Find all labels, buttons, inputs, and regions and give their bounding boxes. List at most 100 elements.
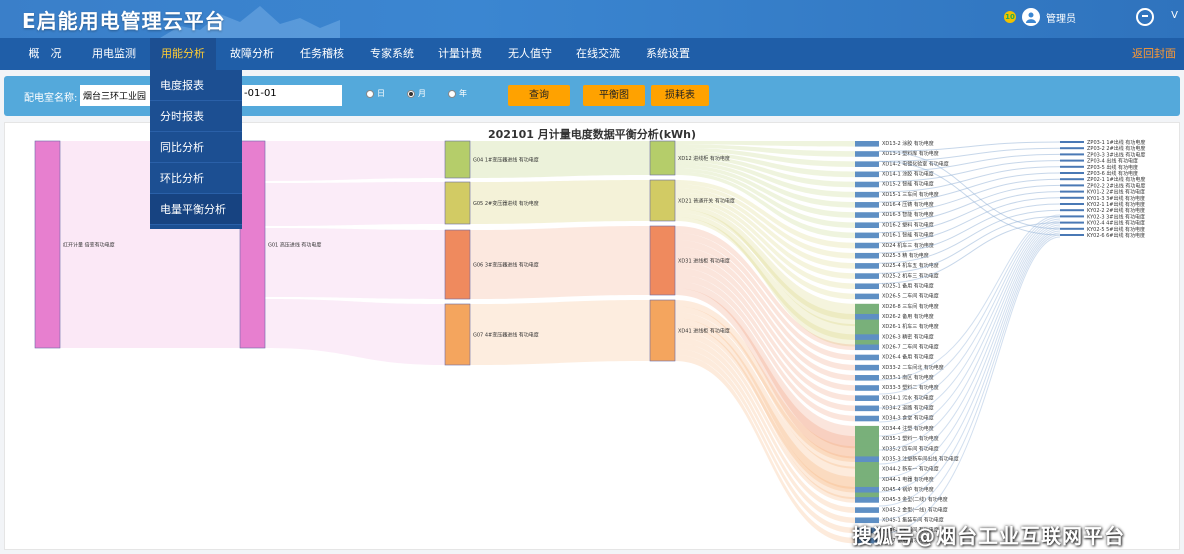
c4-node-27 — [855, 415, 879, 422]
c4-node-20 — [855, 344, 879, 351]
watermark: 搜狐号@烟台工业互联网平台 — [852, 524, 1125, 548]
c5-node-4 — [1060, 165, 1084, 168]
c5-label-13: KY02-4 4#出线 有功电度 — [1087, 220, 1145, 227]
flow-band-g07 — [265, 299, 445, 365]
c4-node-23 — [855, 375, 879, 381]
sankey-node-label-0: 红开计量 倍变有功电度 — [63, 242, 115, 249]
c5-label-6: ZP02-1 1#出线 有功电度 — [1087, 176, 1145, 183]
menu-mom-analysis[interactable]: 环比分析 — [150, 163, 242, 194]
sankey-node-label-3: G05 2#变压器进线 有功电度 — [473, 200, 539, 207]
c5-label-1: ZP03-2 2#出线 有功电度 — [1087, 145, 1145, 152]
c4-node-11 — [855, 252, 879, 259]
flow-band-g06 — [265, 228, 445, 299]
c5-node-5 — [1060, 172, 1084, 174]
c4-label-34: XD45-4 锅炉 有功电度 — [882, 486, 934, 493]
c4-node-3 — [855, 171, 879, 178]
c4-node-4 — [855, 181, 879, 188]
c4-node-12 — [855, 263, 879, 269]
c4-node-14 — [855, 283, 879, 290]
c5-node-12 — [1060, 215, 1084, 218]
sankey-node-7 — [649, 179, 676, 222]
sankey-node-9 — [649, 299, 676, 362]
c4-node-34 — [855, 486, 879, 493]
c4-node-19 — [855, 334, 879, 340]
c4-label-25: XD34-1 污水 有功电度 — [882, 394, 934, 401]
c4-label-19: XD26-3 精密 有功电度 — [882, 333, 934, 340]
sankey-node-1 — [239, 140, 266, 349]
c5-label-15: KY02-6 6#出线 有功电度 — [1087, 232, 1145, 239]
sankey-node-label-6: XD12 进线柜 有功电度 — [678, 155, 730, 162]
c5-node-9 — [1060, 196, 1084, 199]
c4-label-36: XD45-2 金型(一线) 有功电度 — [882, 506, 948, 513]
c4-node-25 — [855, 395, 879, 401]
sankey-node-4 — [444, 229, 471, 300]
menu-yoy-analysis[interactable]: 同比分析 — [150, 132, 242, 163]
c4-node-2 — [855, 161, 879, 167]
c4-node-21 — [855, 354, 879, 361]
c5-node-6 — [1060, 178, 1084, 181]
sankey-node-5 — [444, 303, 471, 366]
c5-label-0: ZP03-1 1#出线 有功电度 — [1087, 139, 1145, 146]
c4-label-23: XD33-1 南区 有功电度 — [882, 374, 934, 381]
c4-label-24: XD33-3 塑料二 有功电度 — [882, 384, 939, 391]
c4-label-15: XD26-5 二车间 有功电度 — [882, 293, 939, 300]
c5-node-8 — [1060, 190, 1084, 193]
c4-node-35 — [855, 497, 879, 503]
c5-node-0 — [1060, 141, 1084, 143]
c4-node-1 — [855, 151, 879, 157]
c4-node-6 — [855, 202, 879, 208]
sankey-node-label-1: G01 高压进线 有功电度 — [268, 242, 321, 249]
c5-label-3: ZP03-4 出线 有功电度 — [1087, 158, 1138, 165]
c5-label-11: KY02-2 2#出线 有功电度 — [1087, 207, 1145, 214]
energy-analysis-dropdown: 电度报表 分时报表 同比分析 环比分析 电量平衡分析 — [150, 70, 242, 229]
c4-node-0 — [855, 141, 879, 147]
c5-node-11 — [1060, 209, 1084, 212]
c5-node-3 — [1060, 159, 1084, 162]
sankey-node-3 — [444, 181, 471, 225]
sankey-node-label-2: G04 1#变压器进线 有功电度 — [473, 157, 539, 164]
c5-node-1 — [1060, 147, 1084, 150]
c4-label-16: XD26-8 三车间 有功电度 — [882, 303, 939, 310]
c4-node-22 — [855, 364, 879, 371]
sankey-node-label-8: XD31 进线柜 有功电度 — [678, 258, 730, 265]
c4-node-15 — [855, 293, 879, 300]
fan-line-8 — [878, 230, 1061, 493]
c5-label-14: KY02-5 5#出线 有功电度 — [1087, 226, 1145, 233]
c4-node-13 — [855, 273, 879, 279]
sankey-node-6 — [649, 140, 676, 176]
sankey-node-label-7: XD21 普通开关 有功电度 — [678, 198, 735, 205]
menu-energy-report[interactable]: 电度报表 — [150, 70, 242, 101]
c4-node-5 — [855, 191, 879, 198]
sankey-node-2 — [444, 140, 471, 179]
c4-label-20: XD26-7 二车间 有功电度 — [882, 344, 939, 351]
c4-node-10 — [855, 242, 879, 249]
c4-node-31 — [855, 456, 879, 463]
c5-label-4: ZP03-5 出线 有功电度 — [1087, 164, 1138, 171]
c5-node-10 — [1060, 203, 1084, 205]
c4-node-9 — [855, 232, 879, 239]
c4-node-7 — [855, 212, 879, 218]
c5-node-14 — [1060, 227, 1084, 230]
c5-node-13 — [1060, 221, 1084, 224]
sankey-node-label-4: G06 3#变压器进线 有功电度 — [473, 262, 539, 269]
c4-node-17 — [855, 313, 879, 320]
c5-label-5: ZP03-6 出线 有功电度 — [1087, 170, 1138, 177]
c5-label-9: KY01-3 3#出线 有功电度 — [1087, 195, 1145, 202]
c4-label-21: XD26-4 备用 有功电度 — [882, 354, 934, 361]
c5-label-10: KY02-1 1#出线 有功电度 — [1087, 201, 1145, 208]
c5-label-2: ZP03-3 3#出线 有功电度 — [1087, 151, 1145, 158]
c4-label-0: XD13-2 涂胶 有功电度 — [882, 140, 934, 147]
sankey-node-label-5: G07 4#变压器进线 有功电度 — [473, 332, 539, 339]
c4-node-8 — [855, 222, 879, 228]
sankey-node-0 — [34, 140, 61, 349]
sankey-node-8 — [649, 225, 676, 296]
c5-label-7: ZP02-2 2#出线 有功电度 — [1087, 182, 1145, 189]
menu-timeshare-report[interactable]: 分时报表 — [150, 101, 242, 132]
menu-balance-analysis[interactable]: 电量平衡分析 — [150, 194, 242, 225]
c5-node-15 — [1060, 234, 1084, 236]
c5-node-7 — [1060, 184, 1084, 187]
c4-label-18: XD26-1 机车三 有功电度 — [882, 323, 939, 330]
c4-node-36 — [855, 507, 879, 513]
flow-band-g04 — [265, 141, 445, 181]
c4-label-29: XD35-1 塑料一 有功电度 — [882, 435, 939, 442]
